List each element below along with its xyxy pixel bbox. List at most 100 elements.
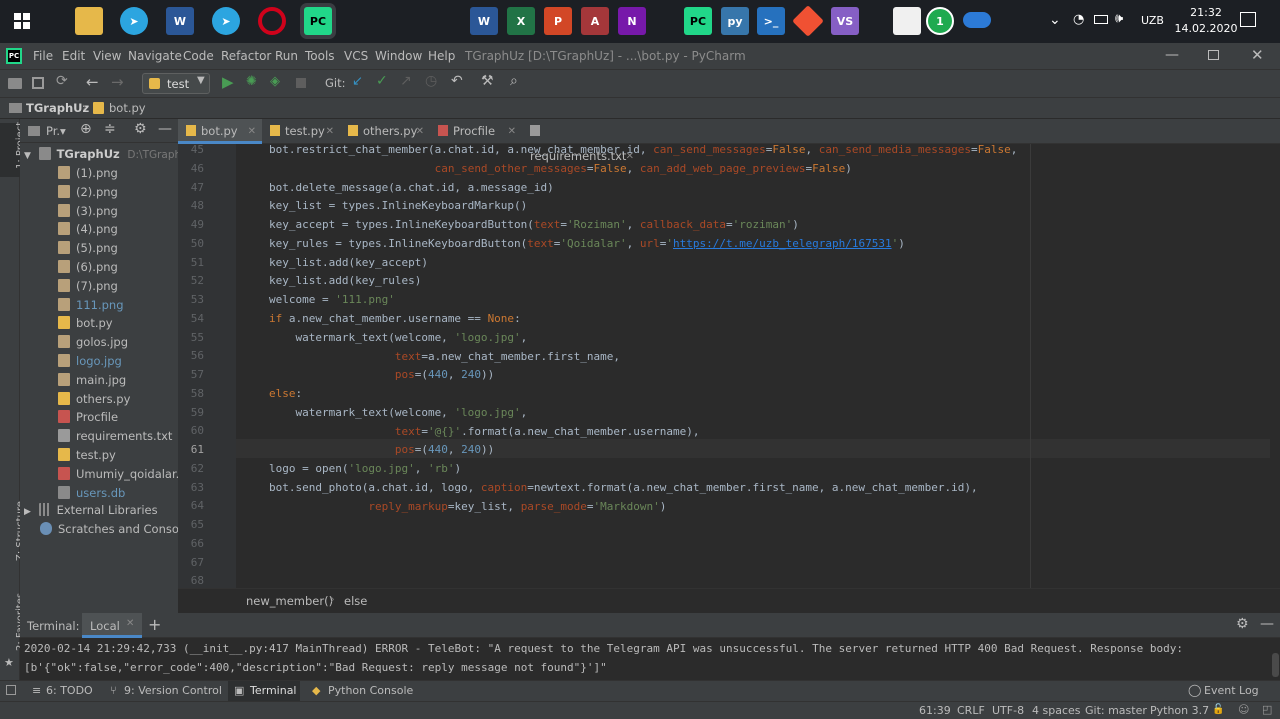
git-commit-icon[interactable]: ✓ <box>376 73 388 89</box>
close-tab-icon[interactable]: ✕ <box>508 119 516 144</box>
close-button[interactable]: ✕ <box>1251 46 1264 64</box>
git-icon[interactable] <box>792 5 824 37</box>
green-app-icon[interactable]: 1 <box>926 7 954 35</box>
volume-icon[interactable]: 🕪 <box>1115 11 1123 26</box>
close-tab-icon[interactable]: ✕ <box>248 119 256 144</box>
scratches-and-consoles[interactable]: Scratches and Consoles <box>20 520 178 539</box>
lock-icon[interactable]: 🔓 <box>1212 704 1224 715</box>
inspector-icon[interactable]: ☺ <box>1238 703 1249 716</box>
minimize-button[interactable]: — <box>1165 47 1179 63</box>
menu-window[interactable]: Window <box>375 49 422 63</box>
editor-tab[interactable]: requirements.txt ✕ <box>522 119 640 163</box>
nav-file[interactable]: bot.py <box>109 101 146 115</box>
nav-project[interactable]: TGraphUz <box>26 101 89 115</box>
breadcrumb-function[interactable]: new_member() <box>246 594 333 608</box>
hide-panel-icon[interactable]: — <box>158 121 172 137</box>
hide-panel-icon[interactable]: — <box>1260 616 1274 632</box>
menu-run[interactable]: Run <box>275 49 298 63</box>
sync-icon[interactable]: ⟳ <box>56 73 68 89</box>
powershell-icon[interactable]: >_ <box>757 7 785 35</box>
file-encoding[interactable]: UTF-8 <box>992 704 1024 717</box>
wrench-icon[interactable]: ⚒ <box>481 73 494 89</box>
project-file[interactable]: 111.png <box>20 296 178 315</box>
python-console-tool-button[interactable]: Python Console <box>328 684 413 697</box>
telegram-icon[interactable]: ➤ <box>120 7 148 35</box>
close-tab-icon[interactable]: ✕ <box>416 119 424 144</box>
search-icon[interactable]: ⌕ <box>510 73 518 89</box>
menu-vcs[interactable]: VCS <box>344 49 368 63</box>
document-icon[interactable] <box>893 7 921 35</box>
close-tab-icon[interactable]: ✕ <box>326 119 334 144</box>
project-file[interactable]: (3).png <box>20 202 178 221</box>
indent-setting[interactable]: 4 spaces <box>1032 704 1081 717</box>
coverage-icon[interactable]: ◈ <box>270 74 280 89</box>
telegram-icon-2[interactable]: ➤ <box>212 7 240 35</box>
project-file[interactable]: bot.py <box>20 314 178 333</box>
caret-position[interactable]: 61:39 <box>919 704 951 717</box>
terminal-tool-button[interactable]: ▣ Terminal <box>228 681 300 701</box>
python-icon[interactable]: py <box>721 7 749 35</box>
onedrive-icon[interactable] <box>963 12 991 28</box>
todo-tool-button[interactable]: 6: TODO <box>46 684 93 697</box>
stop-icon[interactable] <box>296 78 306 88</box>
clock-date[interactable]: 14.02.2020 <box>1170 22 1242 35</box>
breadcrumb-branch[interactable]: else <box>344 594 367 608</box>
excel-icon[interactable]: X <box>507 7 535 35</box>
git-branch[interactable]: Git: master <box>1085 704 1147 717</box>
editor-tab[interactable]: bot.py ✕ <box>178 119 262 144</box>
forward-icon[interactable]: → <box>111 73 124 91</box>
run-icon[interactable]: ▶ <box>222 73 234 91</box>
wifi-icon[interactable]: ◔ <box>1073 12 1084 27</box>
rollback-icon[interactable]: ↶ <box>451 73 463 89</box>
opera-icon[interactable] <box>258 7 286 35</box>
editor-scrollbar[interactable] <box>1270 144 1280 588</box>
project-file[interactable]: (2).png <box>20 183 178 202</box>
clock-time[interactable]: 21:32 <box>1186 6 1226 19</box>
pycharm-icon[interactable]: PC <box>304 7 332 35</box>
notifications-icon[interactable] <box>1240 12 1256 27</box>
menu-file[interactable]: File <box>33 49 53 63</box>
menu-code[interactable]: Code <box>183 49 214 63</box>
project-file[interactable]: (1).png <box>20 164 178 183</box>
python-interpreter[interactable]: Python 3.7 <box>1150 704 1209 717</box>
external-libraries[interactable]: ▶ External Libraries <box>20 501 178 520</box>
powerpoint-icon[interactable]: P <box>544 7 572 35</box>
terminal-tab-local[interactable]: Local ✕ <box>82 613 142 638</box>
menu-tools[interactable]: Tools <box>305 49 335 63</box>
editor-tab[interactable]: test.py ✕ <box>262 119 340 144</box>
locate-icon[interactable]: ⊕ <box>80 121 92 137</box>
close-tab-icon[interactable]: ✕ <box>126 618 134 629</box>
project-file[interactable]: users.db <box>20 484 178 503</box>
version-control-tool-button[interactable]: 9: Version Control <box>124 684 222 697</box>
project-file[interactable]: Umumiy_qoidalar.pd <box>20 465 178 484</box>
project-file[interactable]: others.py <box>20 390 178 409</box>
collapse-icon[interactable]: ≑ <box>104 121 116 137</box>
menu-help[interactable]: Help <box>428 49 455 63</box>
project-file[interactable]: logo.jpg <box>20 352 178 371</box>
project-file[interactable]: (5).png <box>20 239 178 258</box>
start-icon[interactable] <box>14 13 30 29</box>
run-config-select[interactable]: test ▼ <box>142 73 210 94</box>
pycharm-icon-2[interactable]: PC <box>684 7 712 35</box>
chevron-up-icon[interactable]: ⌄ <box>1049 12 1061 28</box>
word-icon[interactable]: W <box>166 7 194 35</box>
gear-icon[interactable]: ⚙ <box>134 121 147 137</box>
editor-tab[interactable]: Procfile ✕ <box>430 119 522 144</box>
project-file[interactable]: (6).png <box>20 258 178 277</box>
project-file[interactable]: (4).png <box>20 220 178 239</box>
notification-icon[interactable]: ◰ <box>1262 703 1272 716</box>
project-file[interactable]: (7).png <box>20 277 178 296</box>
line-separator[interactable]: CRLF <box>957 704 985 717</box>
new-terminal-button[interactable]: + <box>148 615 161 634</box>
onenote-icon[interactable]: N <box>618 7 646 35</box>
project-file[interactable]: golos.jpg <box>20 333 178 352</box>
git-push-icon[interactable]: ↗ <box>400 73 412 89</box>
history-icon[interactable]: ◷ <box>425 73 437 89</box>
open-folder-icon[interactable] <box>8 78 22 89</box>
debug-icon[interactable]: ✺ <box>246 74 257 89</box>
back-icon[interactable]: ← <box>86 73 99 91</box>
status-toggle-icon[interactable] <box>6 685 16 695</box>
project-view-select[interactable]: Pr.▾ <box>46 124 66 138</box>
project-file[interactable]: Procfile <box>20 408 178 427</box>
save-icon[interactable] <box>32 77 44 89</box>
